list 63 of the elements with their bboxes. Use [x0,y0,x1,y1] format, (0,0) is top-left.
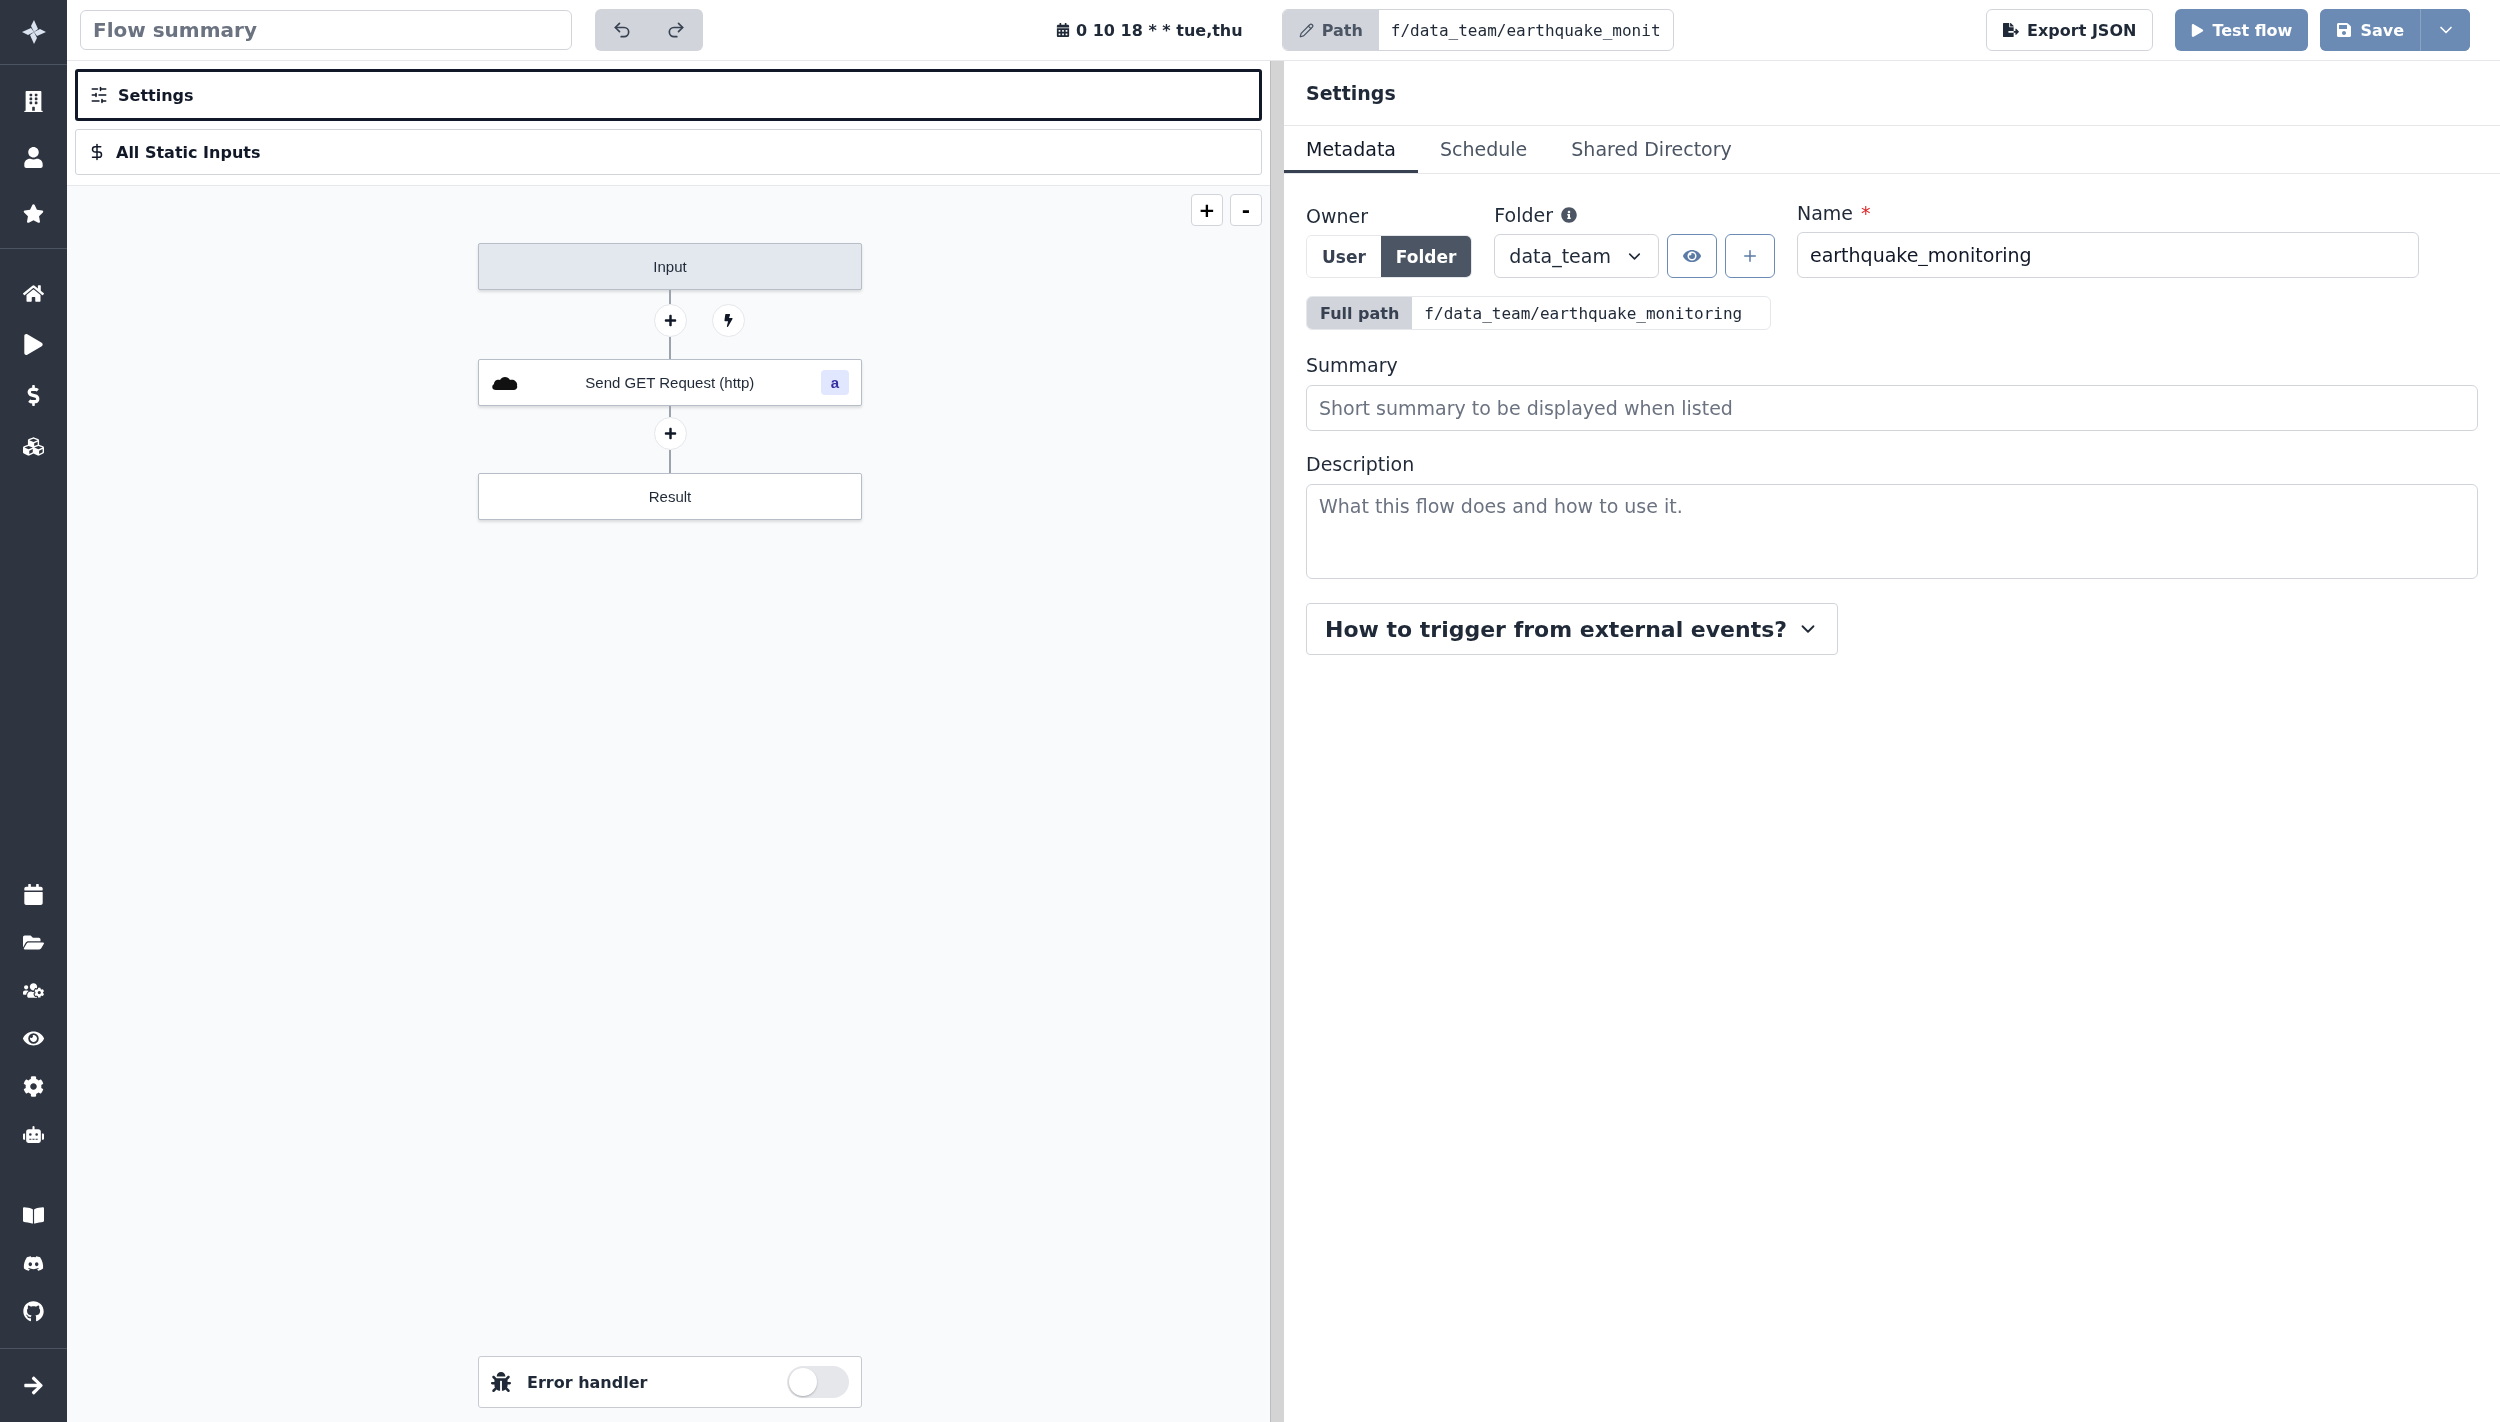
resize-handle[interactable] [1270,61,1284,1422]
export-json-button[interactable]: Export JSON [1986,9,2154,51]
description-label: Description [1306,453,1416,475]
node-id-badge: a [820,370,849,395]
robot-icon[interactable] [23,1124,44,1145]
user-icon[interactable] [23,147,44,168]
static-inputs-item[interactable]: All Static Inputs [75,129,1262,175]
home-icon[interactable] [23,283,44,304]
tab[interactable]: Shared Directory [1549,126,1754,173]
test-flow-button[interactable]: Test flow [2175,9,2309,51]
calendar-icon[interactable] [23,884,44,905]
pencil-icon [1298,22,1314,38]
required-mark: * [1861,202,1871,224]
name-field[interactable]: earthquake_monitoring [1796,232,2419,278]
add-step-icon[interactable] [653,417,687,450]
zoom-in-button[interactable]: + [1191,194,1223,226]
arrow-right-icon[interactable] [23,1375,44,1396]
trigger-help-accordion[interactable]: How to trigger from external events? [1306,603,1839,655]
description-field[interactable]: What this flow does and how to use it. [1306,484,2478,579]
flow-summary-field[interactable]: Flow summary [80,10,572,50]
folder-label: Folder [1494,204,1554,226]
bolt-icon[interactable] [711,304,745,337]
error-handler-label: Error handler [527,1372,649,1392]
zoom-out-button[interactable]: - [1230,194,1262,226]
name-label: Name [1796,202,1853,224]
bug-icon [491,1372,511,1392]
tab[interactable]: Schedule [1418,126,1550,173]
summary-label: Summary [1306,354,1399,376]
settings-icon[interactable] [23,1076,44,1097]
save-icon [2336,22,2353,38]
cloud-icon [491,374,519,391]
path-button[interactable]: Path [1282,10,1379,50]
add-icon[interactable] [1724,234,1775,278]
info-icon [1561,207,1578,223]
discord-icon[interactable] [23,1253,44,1274]
play-icon[interactable] [23,334,44,355]
building-icon[interactable] [23,91,44,112]
schedule-text[interactable]: 0 10 18 * * tue,thu [1056,20,1243,40]
owner-option[interactable]: Folder [1380,236,1472,277]
settings-item[interactable]: Settings [75,69,1262,121]
input-node[interactable]: Input [478,243,862,290]
book-icon[interactable] [23,1205,44,1226]
export-icon [2003,22,2020,38]
summary-field[interactable]: Short summary to be displayed when listed [1306,385,2478,431]
owner-label: Owner [1306,205,1370,227]
github-icon[interactable] [23,1301,44,1322]
error-handler-switch[interactable] [787,1366,849,1398]
add-step-icon[interactable] [653,304,687,337]
play-icon [2191,23,2205,37]
full-path-label: Full path [1307,297,1413,329]
sliders-icon [90,86,108,104]
users-gear-icon[interactable] [23,980,44,1001]
result-node[interactable]: Result [478,473,862,520]
folder-select[interactable]: data_team [1494,234,1659,278]
tab[interactable]: Metadata [1284,126,1418,173]
cubes-icon[interactable] [23,436,44,457]
path-field[interactable]: Path f/data_team/earthquake_monit [1281,9,1674,51]
module-node[interactable]: Send GET Request (http) a [478,359,862,406]
star-icon[interactable] [23,203,44,224]
calendar-icon [1056,23,1070,37]
full-path-value: f/data_team/earthquake_monitoring [1423,302,1744,325]
panel-title: Settings [1306,82,1396,104]
path-value: f/data_team/earthquake_monit [1389,19,1662,42]
